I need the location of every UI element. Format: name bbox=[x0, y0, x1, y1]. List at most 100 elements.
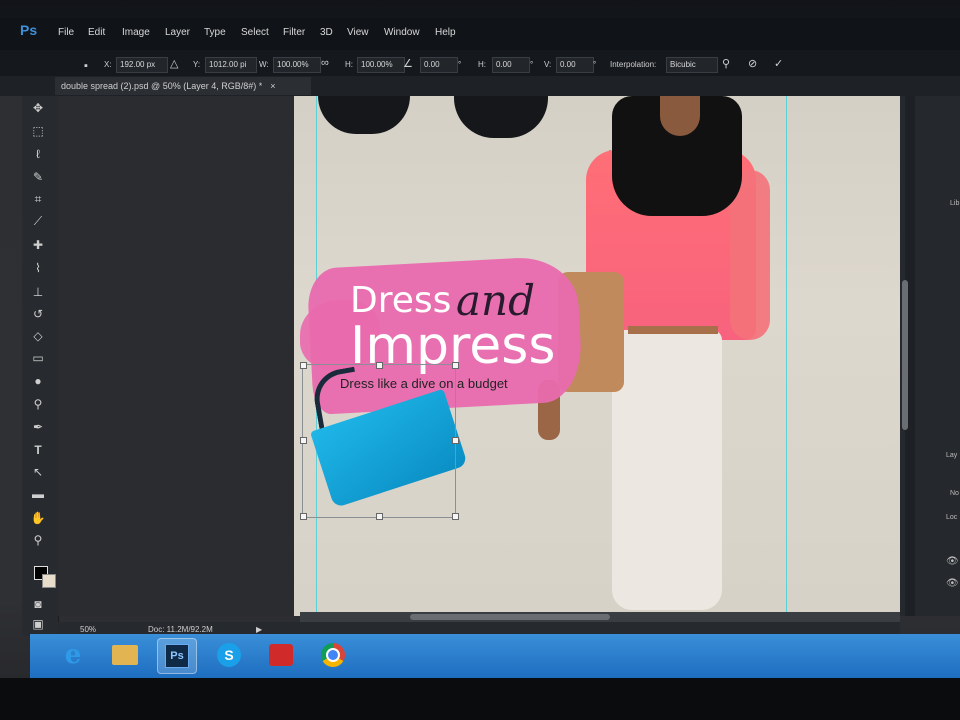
monitor-bezel bbox=[0, 678, 960, 720]
menu-3d[interactable]: 3D bbox=[320, 27, 333, 38]
menu-type[interactable]: Type bbox=[204, 27, 226, 38]
horizontal-scroll-thumb[interactable] bbox=[410, 614, 610, 620]
skype-glyph: S bbox=[217, 643, 241, 667]
eraser-tool-icon[interactable]: ◇ bbox=[30, 328, 46, 344]
transform-handle[interactable] bbox=[376, 362, 383, 369]
transform-bounding-box[interactable] bbox=[302, 364, 456, 518]
relative-position-icon[interactable]: △ bbox=[170, 57, 178, 70]
x-label: X: bbox=[104, 60, 112, 69]
warp-icon[interactable]: ⚲ bbox=[722, 57, 730, 70]
menu-select[interactable]: Select bbox=[241, 27, 269, 38]
visibility-eye-icon[interactable]: 👁 bbox=[946, 556, 959, 567]
commit-transform-icon[interactable]: ✓ bbox=[774, 57, 783, 70]
quick-mask-icon[interactable]: ◙ bbox=[30, 596, 46, 612]
status-menu-arrow-icon[interactable]: ▶ bbox=[256, 625, 262, 634]
reference-point-icon[interactable]: ▪ bbox=[84, 60, 88, 72]
width-field[interactable]: 100.00% bbox=[273, 57, 321, 73]
transform-handle[interactable] bbox=[300, 362, 307, 369]
lock-label: Loc bbox=[946, 514, 958, 521]
menu-help[interactable]: Help bbox=[435, 27, 456, 38]
transform-handle[interactable] bbox=[300, 437, 307, 444]
crop-tool-icon[interactable]: ⌗ bbox=[30, 191, 46, 207]
cc-glyph bbox=[269, 644, 293, 666]
background-color-swatch[interactable] bbox=[42, 574, 56, 588]
quick-select-tool-icon[interactable]: ✎ bbox=[30, 169, 46, 185]
menu-window[interactable]: Window bbox=[384, 27, 420, 38]
transform-handle[interactable] bbox=[452, 362, 459, 369]
w-label: W: bbox=[259, 60, 269, 69]
transform-handle[interactable] bbox=[376, 513, 383, 520]
close-icon[interactable]: × bbox=[270, 81, 275, 91]
vskew-field[interactable]: 0.00 bbox=[556, 57, 594, 73]
stamp-tool-icon[interactable]: ⊥ bbox=[30, 284, 46, 300]
healing-tool-icon[interactable]: ✚ bbox=[30, 237, 46, 253]
hskew-label: H: bbox=[478, 60, 486, 69]
history-brush-icon[interactable]: ↺ bbox=[30, 306, 46, 322]
transform-handle[interactable] bbox=[300, 513, 307, 520]
ie-glyph: e bbox=[64, 640, 82, 670]
internet-explorer-icon[interactable]: e bbox=[54, 638, 92, 672]
skype-icon[interactable]: S bbox=[210, 638, 248, 672]
y-field[interactable]: 1012.00 pi bbox=[205, 57, 257, 73]
brush-tool-icon[interactable]: ⌇ bbox=[30, 260, 46, 276]
eyedropper-tool-icon[interactable]: ⟋ bbox=[30, 213, 46, 229]
path-select-icon[interactable]: ↖ bbox=[30, 464, 46, 480]
hand-tool-icon[interactable]: ✋ bbox=[30, 510, 46, 526]
transform-handle[interactable] bbox=[452, 437, 459, 444]
blend-mode-select[interactable]: No bbox=[950, 490, 959, 497]
menu-filter[interactable]: Filter bbox=[283, 27, 305, 38]
y-label: Y: bbox=[193, 60, 201, 69]
title-dress: Dress bbox=[350, 280, 452, 321]
visibility-eye-icon[interactable]: 👁 bbox=[946, 578, 959, 589]
transform-handle[interactable] bbox=[452, 513, 459, 520]
zoom-level[interactable]: 50% bbox=[80, 625, 96, 634]
doc-size: Doc: 11.2M/92.2M bbox=[148, 625, 213, 634]
angle-field[interactable]: 0.00 bbox=[420, 57, 458, 73]
creative-cloud-icon[interactable] bbox=[262, 638, 300, 672]
lasso-tool-icon[interactable]: ℓ bbox=[30, 146, 46, 162]
white-pants bbox=[612, 330, 722, 610]
photoshop-icon[interactable]: Ps bbox=[157, 638, 197, 674]
shape-tool-icon[interactable]: ▬ bbox=[30, 486, 46, 502]
blur-tool-icon[interactable]: ● bbox=[30, 373, 46, 389]
type-tool-icon[interactable]: T bbox=[30, 442, 46, 458]
link-icon[interactable]: ∞ bbox=[321, 57, 329, 69]
angle-icon: ∠ bbox=[403, 58, 413, 70]
degree-symbol: ° bbox=[530, 60, 534, 69]
layers-tab[interactable]: Lay bbox=[946, 452, 957, 459]
menu-file[interactable]: File bbox=[58, 27, 74, 38]
guide-line[interactable] bbox=[786, 96, 787, 616]
hskew-field[interactable]: 0.00 bbox=[492, 57, 530, 73]
zoom-tool-icon[interactable]: ⚲ bbox=[30, 532, 46, 548]
height-field[interactable]: 100.00% bbox=[357, 57, 405, 73]
vskew-label: V: bbox=[544, 60, 552, 69]
menu-edit[interactable]: Edit bbox=[88, 27, 105, 38]
move-tool-icon[interactable]: ✥ bbox=[30, 100, 46, 116]
face bbox=[660, 96, 700, 136]
chrome-icon[interactable] bbox=[314, 638, 352, 672]
degree-symbol: ° bbox=[593, 60, 597, 69]
h-label: H: bbox=[345, 60, 353, 69]
libraries-tab[interactable]: Lib bbox=[950, 200, 959, 207]
gradient-tool-icon[interactable]: ▭ bbox=[30, 350, 46, 366]
marquee-tool-icon[interactable]: ⬚ bbox=[30, 123, 46, 139]
interpolation-select[interactable]: Bicubic bbox=[666, 57, 718, 73]
x-field[interactable]: 192.00 px bbox=[116, 57, 168, 73]
belt bbox=[628, 326, 718, 334]
vertical-scroll-thumb[interactable] bbox=[902, 280, 908, 430]
document-tab-label: double spread (2).psd @ 50% (Layer 4, RG… bbox=[61, 81, 263, 91]
dodge-tool-icon[interactable]: ⚲ bbox=[30, 396, 46, 412]
pen-tool-icon[interactable]: ✒ bbox=[30, 419, 46, 435]
menu-layer[interactable]: Layer bbox=[165, 27, 190, 38]
menu-view[interactable]: View bbox=[347, 27, 369, 38]
degree-symbol: ° bbox=[458, 60, 462, 69]
ps-glyph: Ps bbox=[165, 644, 189, 668]
document-tab[interactable]: double spread (2).psd @ 50% (Layer 4, RG… bbox=[55, 77, 311, 95]
cancel-transform-icon[interactable]: ⊘ bbox=[748, 57, 757, 70]
interpolation-label: Interpolation: bbox=[610, 60, 657, 69]
screen-mode-icon[interactable]: ▣ bbox=[30, 616, 46, 632]
folder-shape bbox=[112, 645, 138, 665]
menu-image[interactable]: Image bbox=[122, 27, 150, 38]
photoshop-logo: Ps bbox=[20, 22, 38, 38]
file-explorer-icon[interactable] bbox=[106, 638, 144, 672]
